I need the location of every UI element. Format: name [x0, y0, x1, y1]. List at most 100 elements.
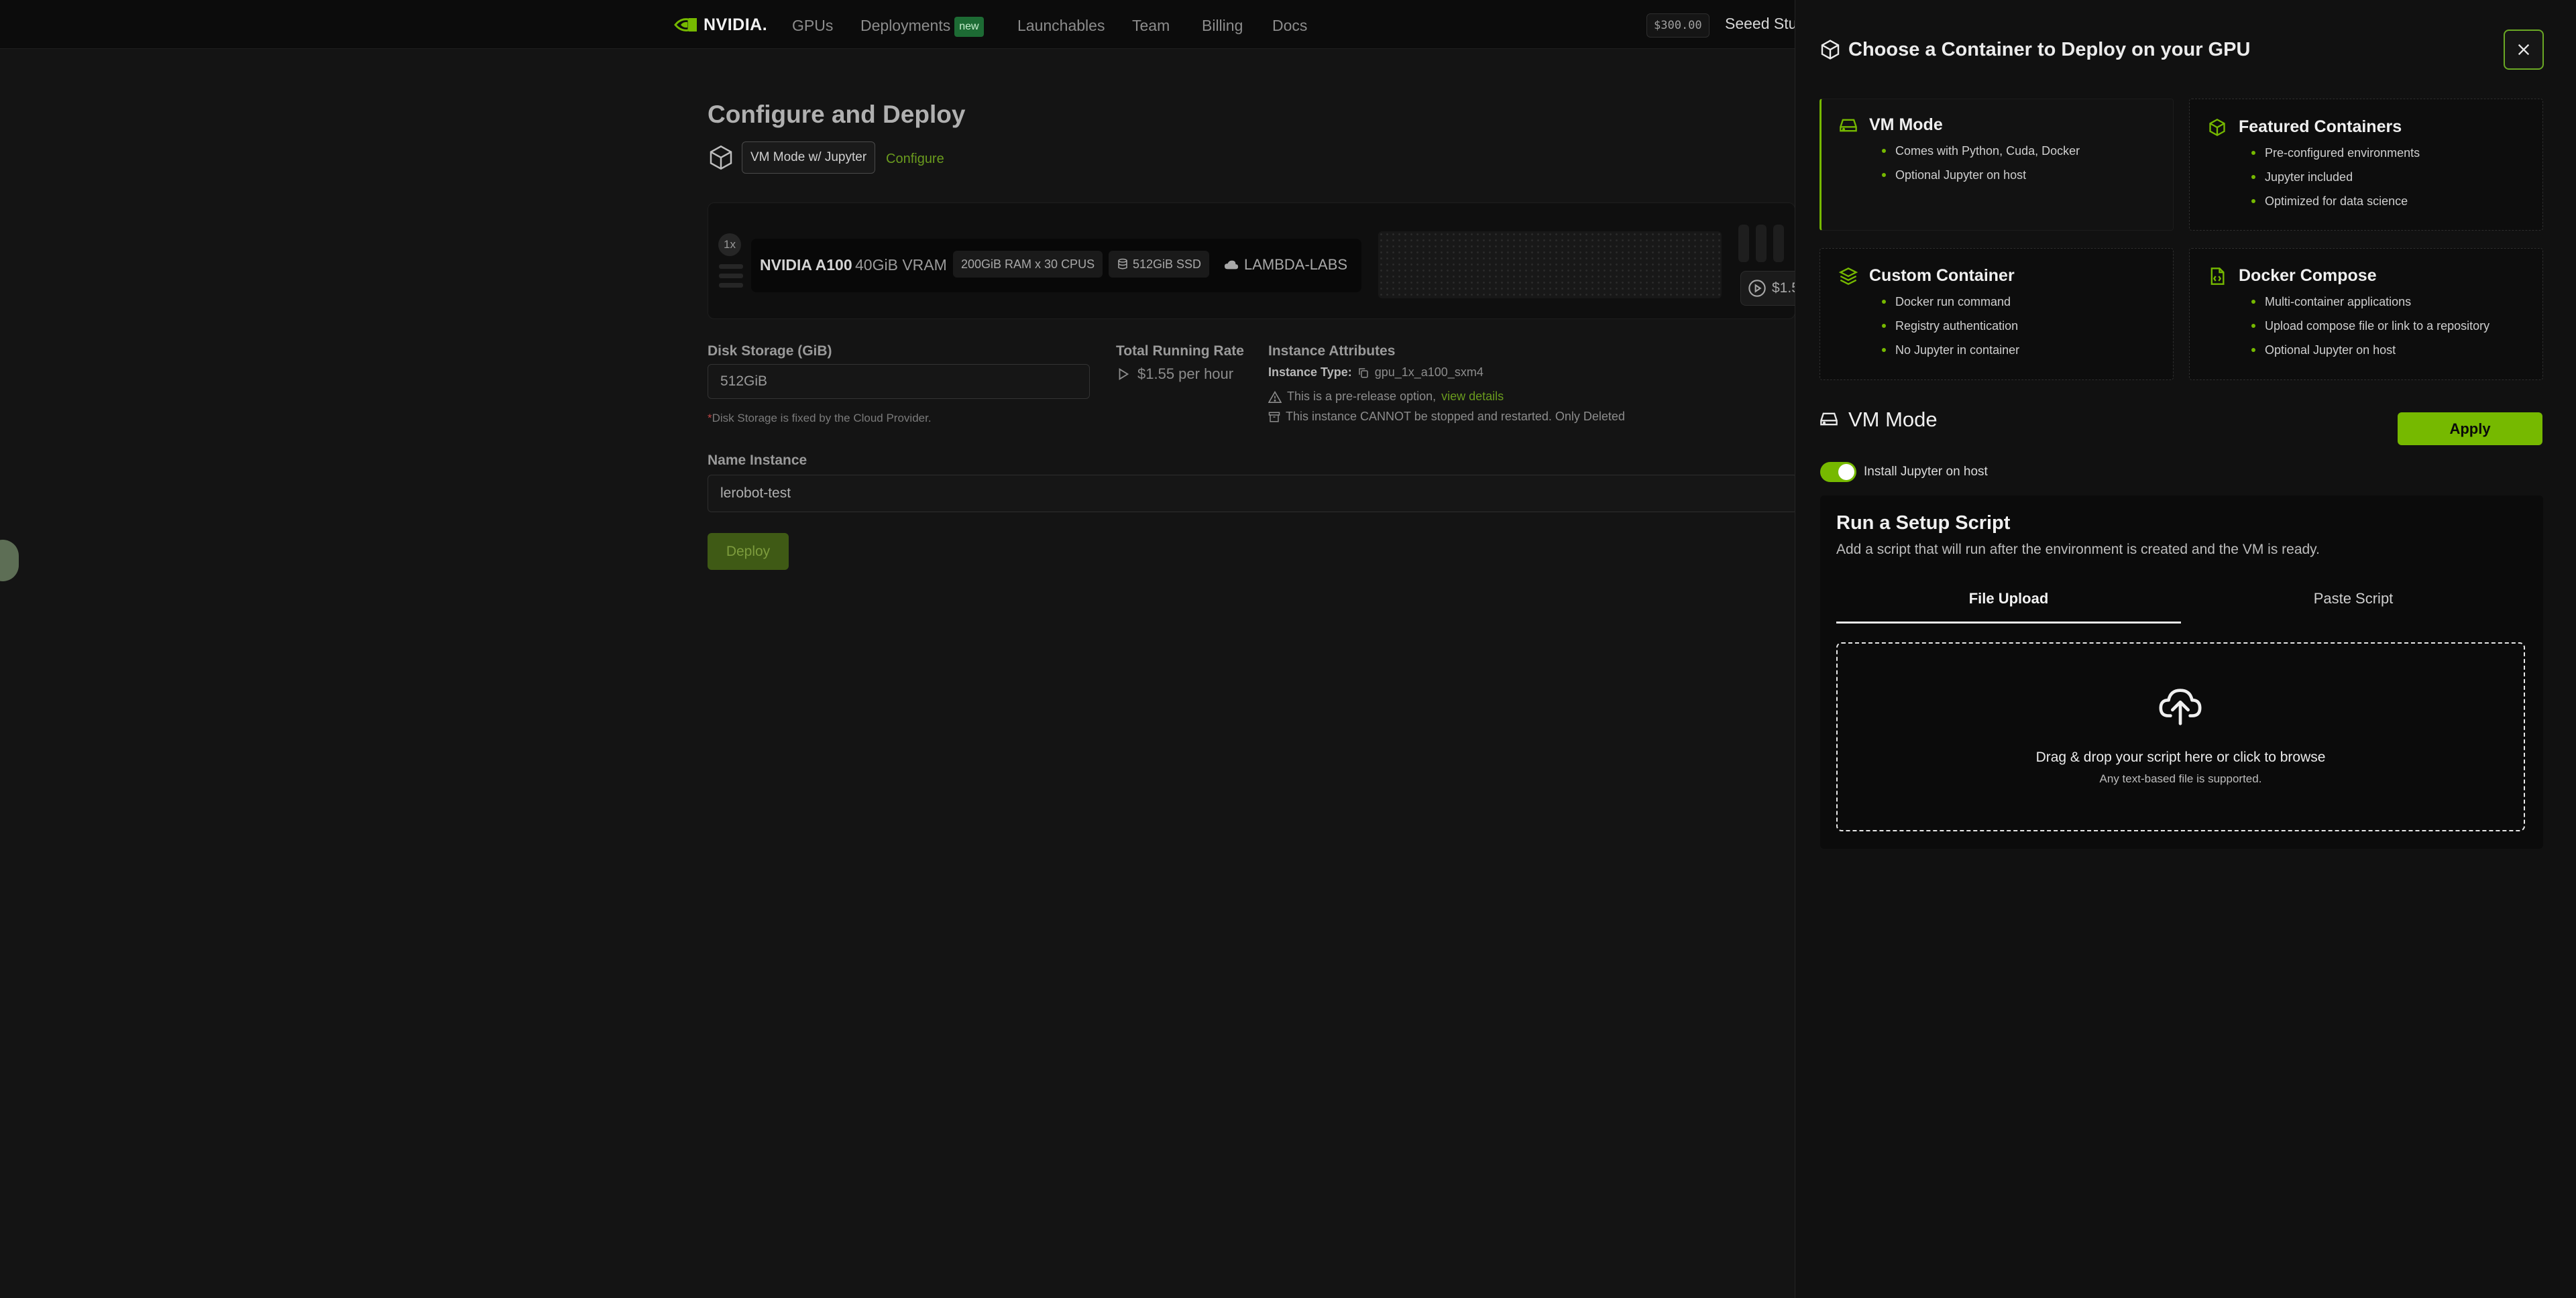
nvidia-eye-icon [674, 18, 697, 32]
copy-icon[interactable] [1357, 367, 1369, 379]
tab-file-upload[interactable]: File Upload [1836, 590, 2181, 607]
archive-icon [1268, 412, 1280, 422]
fan-slot [1773, 225, 1784, 262]
stop-warning-row: This instance CANNOT be stopped and rest… [1268, 410, 1625, 424]
option-bullets: Comes with Python, Cuda, Docker Optional… [1882, 139, 2080, 187]
server-vent-grille [1378, 231, 1722, 298]
apply-button[interactable]: Apply [2398, 412, 2542, 445]
nvidia-logo[interactable]: NVIDIA. [674, 15, 767, 35]
slot-indicator [719, 283, 743, 288]
bullet-item: Jupyter included [2251, 165, 2420, 189]
ssd-text: 512GiB SSD [1133, 257, 1202, 271]
hard-drive-icon [1839, 116, 1858, 135]
nav-deployments[interactable]: Deployments new [860, 16, 984, 37]
database-icon [1118, 258, 1127, 270]
instance-type-value: gpu_1x_a100_sxm4 [1374, 365, 1483, 379]
bullet-item: Registry authentication [1882, 314, 2019, 338]
prerelease-row: This is a pre-release option, view detai… [1268, 390, 1504, 404]
tab-paste-script[interactable]: Paste Script [2181, 590, 2526, 607]
configure-link[interactable]: Configure [886, 152, 944, 167]
nav-launchables[interactable]: Launchables [1017, 16, 1105, 35]
disk-note: *Disk Storage is fixed by the Cloud Prov… [708, 412, 932, 425]
close-icon [2518, 44, 2530, 56]
bullet-item: No Jupyter in container [1882, 338, 2019, 362]
gpu-name: NVIDIA A100 [760, 256, 852, 274]
nav-gpus[interactable]: GPUs [792, 16, 833, 35]
toggle-knob [1838, 464, 1854, 480]
cloud-upload-icon [2157, 683, 2204, 729]
warning-icon [1268, 390, 1282, 403]
file-code-icon [2208, 267, 2227, 286]
instance-attributes-label: Instance Attributes [1268, 343, 1396, 359]
play-icon [1119, 368, 1129, 380]
script-dropzone[interactable] [1836, 642, 2525, 831]
option-title: Featured Containers [2239, 117, 2402, 136]
gpu-count-badge: 1x [718, 233, 741, 256]
dropzone-hint: Any text-based file is supported. [2099, 772, 2262, 785]
close-drawer-button[interactable] [2504, 30, 2544, 70]
new-badge: new [954, 17, 984, 37]
option-title: Custom Container [1869, 266, 2015, 285]
bullet-item: Comes with Python, Cuda, Docker [1882, 139, 2080, 163]
option-title: VM Mode [1869, 115, 1943, 134]
package-icon [1819, 39, 1841, 60]
running-rate-value: $1.55 per hour [1137, 365, 1234, 382]
disk-storage-field: 512GiB [708, 364, 1090, 399]
nav-team[interactable]: Team [1132, 16, 1170, 35]
stop-warning-text: This instance CANNOT be stopped and rest… [1286, 410, 1625, 423]
setup-script-title: Run a Setup Script [1836, 512, 2011, 534]
active-tab-indicator [1836, 622, 2181, 624]
side-assistant-handle[interactable] [0, 540, 19, 581]
ssd-chip: 512GiB SSD [1109, 251, 1210, 278]
name-instance-label: Name Instance [708, 453, 807, 468]
option-bullets: Multi-container applications Upload comp… [2251, 290, 2489, 362]
nav-docs[interactable]: Docs [1272, 16, 1307, 35]
hard-drive-icon [1819, 410, 1838, 428]
credit-balance[interactable]: $300.00 [1646, 13, 1710, 38]
nav-deployments-label: Deployments [860, 17, 951, 34]
ram-cpu-chip: 200GiB RAM x 30 CPUS [953, 251, 1103, 278]
view-details-link[interactable]: view details [1441, 390, 1504, 404]
bullet-item: Optional Jupyter on host [2251, 338, 2489, 362]
drawer-title: Choose a Container to Deploy on your GPU [1848, 39, 2251, 60]
jupyter-toggle[interactable] [1820, 462, 1856, 482]
option-bullets: Pre-configured environments Jupyter incl… [2251, 141, 2420, 213]
fan-slot [1756, 225, 1767, 262]
prerelease-text: This is a pre-release option, [1287, 390, 1437, 403]
running-rate-label: Total Running Rate [1116, 343, 1244, 359]
instance-type-label: Instance Type: [1268, 365, 1352, 379]
running-rate: $1.55 per hour [1116, 365, 1233, 383]
provider-label: LAMBDA-LABS [1224, 256, 1347, 274]
instance-name-input[interactable]: lerobot-test [708, 475, 1797, 512]
provider-name: LAMBDA-LABS [1244, 256, 1348, 273]
cloud-icon [1224, 260, 1239, 270]
org-switcher[interactable]: Seeed Stu [1725, 15, 1797, 33]
brand-name: NVIDIA. [704, 15, 768, 34]
page-title: Configure and Deploy [708, 101, 966, 128]
bullet-item: Multi-container applications [2251, 290, 2489, 314]
ram-cpu-text: 200GiB RAM x 30 CPUS [961, 257, 1095, 271]
bullet-item: Upload compose file or link to a reposit… [2251, 314, 2489, 338]
slot-indicator [719, 274, 743, 278]
bullet-item: Pre-configured environments [2251, 141, 2420, 165]
required-star: * [708, 412, 712, 424]
fan-slot [1738, 225, 1749, 262]
jupyter-toggle-label: Install Jupyter on host [1864, 465, 1988, 479]
setup-script-subtitle: Add a script that will run after the env… [1836, 542, 2320, 557]
option-title: Docker Compose [2239, 266, 2377, 285]
nav-billing[interactable]: Billing [1202, 16, 1243, 35]
slot-indicator [719, 264, 743, 269]
disk-storage-label: Disk Storage (GiB) [708, 343, 832, 359]
bullet-item: Optional Jupyter on host [1882, 163, 2080, 187]
deploy-button[interactable]: Deploy [708, 533, 789, 570]
disk-note-text: Disk Storage is fixed by the Cloud Provi… [712, 412, 932, 424]
section-title: VM Mode [1848, 408, 1938, 431]
bullet-item: Docker run command [1882, 290, 2019, 314]
layers-icon [1839, 267, 1858, 286]
selected-mode-badge[interactable]: VM Mode w/ Jupyter [742, 141, 876, 174]
gpu-vram: 40GiB VRAM [855, 256, 947, 274]
container-box-icon [708, 144, 734, 171]
dropzone-instruction: Drag & drop your script here or click to… [2035, 750, 2326, 765]
bullet-item: Optimized for data science [2251, 189, 2420, 213]
instance-type-row: Instance Type: gpu_1x_a100_sxm4 [1268, 365, 1483, 379]
